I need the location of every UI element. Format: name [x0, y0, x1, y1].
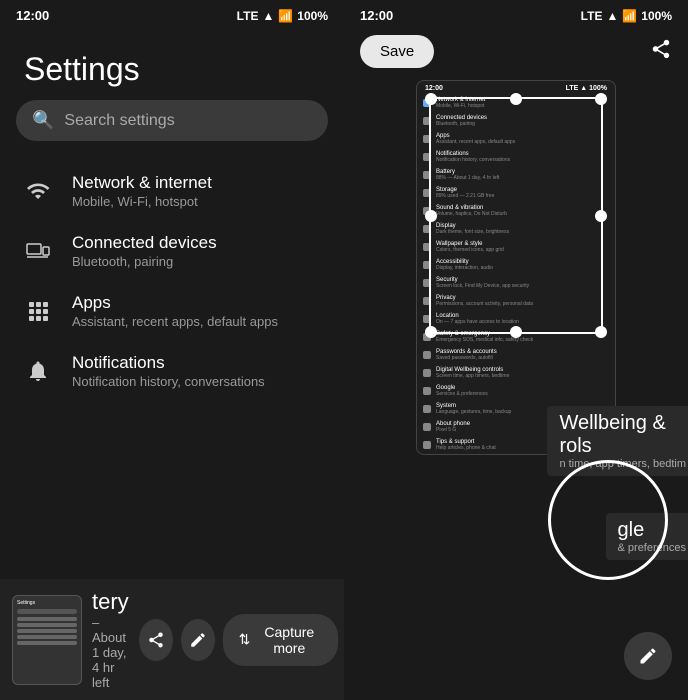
devices-title: Connected devices [72, 233, 217, 253]
wellbeing-rols-text: rols [559, 435, 686, 458]
thumbnail-preview: Settings [12, 595, 82, 685]
apps-icon [24, 297, 52, 325]
settings-item-notifications[interactable]: Notifications Notification history, conv… [8, 341, 336, 401]
mini-icon [423, 369, 431, 377]
settings-item-network[interactable]: Network & internet Mobile, Wi-Fi, hotspo… [8, 161, 336, 221]
wifi-icon [24, 177, 52, 205]
bottom-thumbnail-area: Settings tery – About 1 day, 4 hr left [0, 579, 344, 700]
capture-more-button[interactable]: ⇅ Capture more [223, 614, 339, 666]
settings-item-devices[interactable]: Connected devices Bluetooth, pairing [8, 221, 336, 281]
crop-handle-tr[interactable] [595, 93, 607, 105]
apps-title: Apps [72, 293, 278, 313]
share-icon-right[interactable] [650, 38, 672, 66]
right-status-right: LTE ▲ 📶 100% [581, 9, 672, 23]
crop-handle-mb[interactable] [510, 326, 522, 338]
apps-sub: Assistant, recent apps, default apps [72, 314, 278, 329]
mini-icon [423, 387, 431, 395]
edit-button-right[interactable] [624, 632, 672, 680]
crop-handle-ml[interactable] [425, 210, 437, 222]
devices-icon [24, 237, 52, 265]
screenshot-preview: 12:00 LTE ▲ 100% Network & internet Mobi… [344, 76, 688, 700]
devices-text: Connected devices Bluetooth, pairing [72, 233, 217, 269]
mini-icon [423, 441, 431, 449]
right-status-bar: 12:00 LTE ▲ 📶 100% [344, 0, 688, 27]
share-button[interactable] [139, 619, 173, 661]
apps-text: Apps Assistant, recent apps, default app… [72, 293, 278, 329]
mini-icon [423, 423, 431, 431]
left-status-bar: 12:00 LTE ▲ 📶 100% [0, 0, 344, 27]
network-title: Network & internet [72, 173, 212, 193]
save-button[interactable]: Save [360, 35, 434, 68]
battery-partial-title: tery [92, 589, 129, 615]
right-panel: 12:00 LTE ▲ 📶 100% Save [344, 0, 688, 700]
thumb-item-4 [17, 635, 77, 639]
capture-label: Capture more [256, 624, 322, 656]
wellbeing-zoom-text: Wellbeing & [559, 412, 686, 435]
thumb-title: Settings [17, 600, 77, 606]
crop-handle-mr[interactable] [595, 210, 607, 222]
mini-time: 12:00 [425, 85, 443, 92]
signal-icon: ▲ [262, 9, 274, 23]
crop-overlay[interactable] [429, 97, 603, 334]
notifications-text: Notifications Notification history, conv… [72, 353, 265, 389]
edit-button-left[interactable] [181, 619, 215, 661]
right-battery-label: 100% [641, 9, 672, 23]
battery-partial: tery – About 1 day, 4 hr left [92, 589, 129, 690]
right-network: LTE [581, 9, 603, 23]
thumb-search [17, 609, 77, 614]
mini-item: Google Services & preferences [417, 382, 615, 400]
crop-handle-br[interactable] [595, 326, 607, 338]
notifications-sub: Notification history, conversations [72, 374, 265, 389]
search-placeholder: Search settings [64, 112, 174, 130]
crop-handle-tl[interactable] [425, 93, 437, 105]
circle-annotation [548, 460, 668, 580]
settings-title: Settings [0, 27, 344, 100]
notifications-title: Notifications [72, 353, 265, 373]
left-time: 12:00 [16, 8, 49, 23]
crop-handle-mt[interactable] [510, 93, 522, 105]
bottom-actions: ⇅ Capture more [139, 614, 339, 666]
battery-icon: 100% [297, 9, 328, 23]
right-wifi-icon: 📶 [622, 9, 637, 23]
search-icon: 🔍 [32, 110, 54, 131]
settings-item-apps[interactable]: Apps Assistant, recent apps, default app… [8, 281, 336, 341]
bell-icon [24, 357, 52, 385]
right-signal-icon: ▲ [606, 9, 618, 23]
battery-partial-sub: – About 1 day, 4 hr left [92, 615, 129, 690]
thumb-item-1 [17, 617, 77, 621]
capture-icon: ⇅ [239, 631, 251, 648]
mini-icon [423, 405, 431, 413]
mini-status-right: LTE ▲ 100% [566, 85, 607, 92]
right-time: 12:00 [360, 8, 393, 23]
left-panel: 12:00 LTE ▲ 📶 100% Settings 🔍 Search set… [0, 0, 344, 700]
right-toolbar: Save [344, 27, 688, 76]
left-network: LTE [237, 9, 259, 23]
network-text: Network & internet Mobile, Wi-Fi, hotspo… [72, 173, 212, 209]
wifi-signal-icon: 📶 [278, 9, 293, 23]
thumb-item-5 [17, 641, 77, 645]
mini-icon [423, 351, 431, 359]
search-bar[interactable]: 🔍 Search settings [16, 100, 328, 141]
mini-item: Digital Wellbeing controls Screen time, … [417, 364, 615, 382]
thumb-item-3 [17, 629, 77, 633]
thumb-item-2 [17, 623, 77, 627]
phone-screenshot: 12:00 LTE ▲ 100% Network & internet Mobi… [416, 80, 616, 455]
crop-handle-bl[interactable] [425, 326, 437, 338]
left-status-right: LTE ▲ 📶 100% [237, 9, 328, 23]
network-sub: Mobile, Wi-Fi, hotspot [72, 194, 212, 209]
mini-item: Passwords & accounts Saved passwords, au… [417, 346, 615, 364]
devices-sub: Bluetooth, pairing [72, 254, 217, 269]
